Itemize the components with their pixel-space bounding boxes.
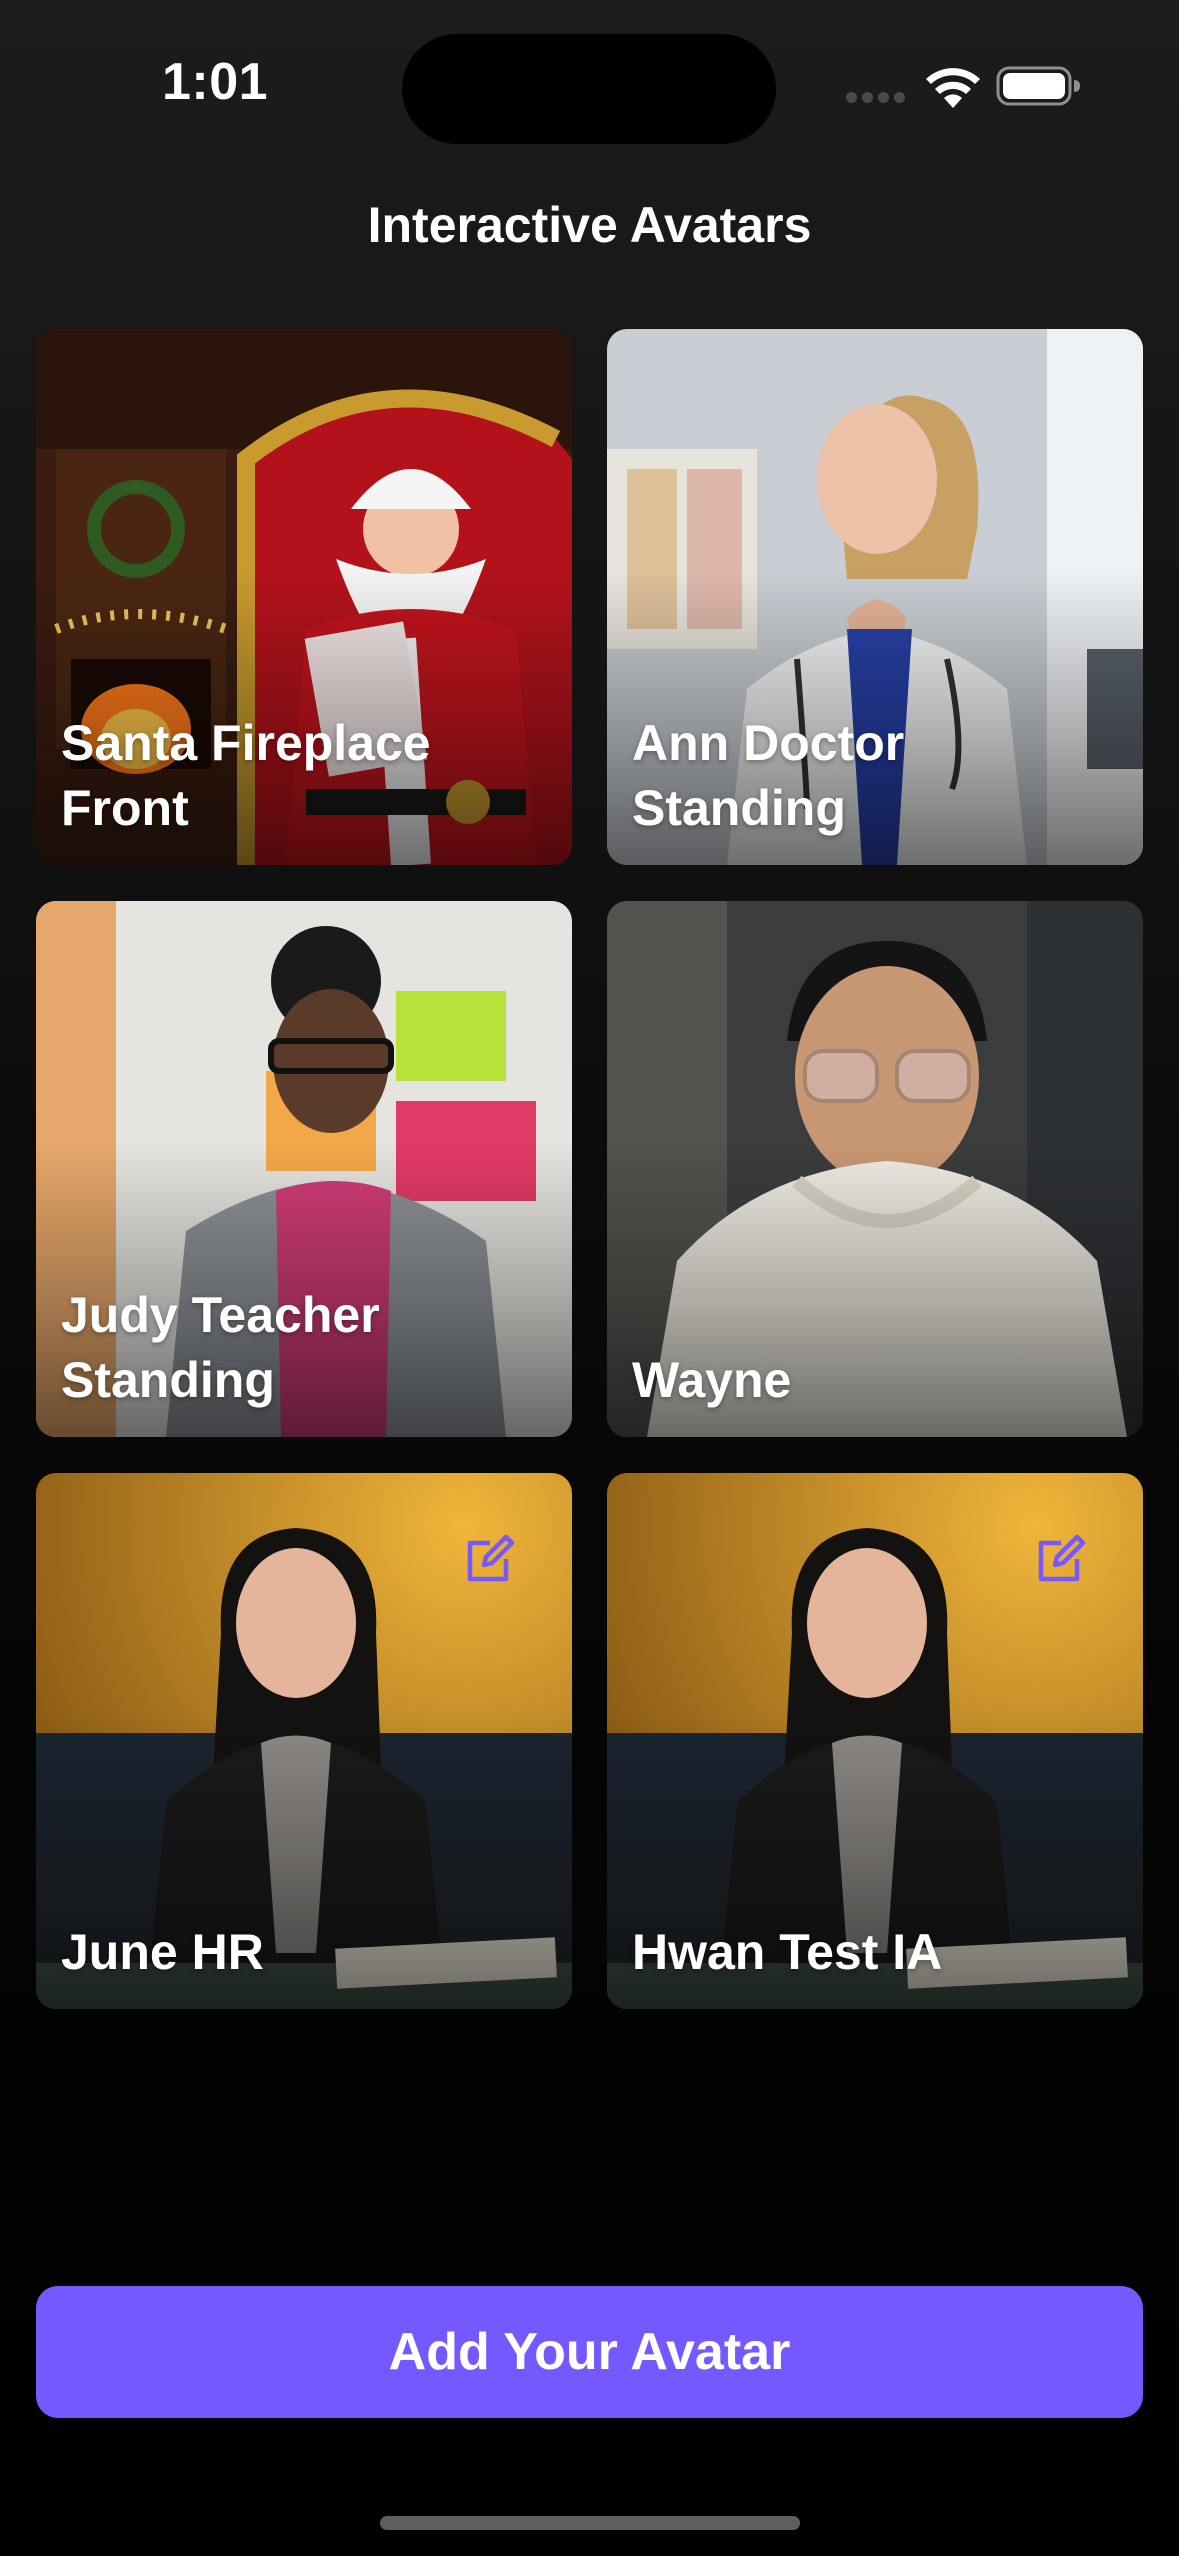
page-title: Interactive Avatars	[367, 197, 812, 253]
add-avatar-button[interactable]: Add Your Avatar	[36, 2286, 1143, 2418]
edit-icon[interactable]	[1031, 1533, 1087, 1589]
avatar-name: Judy Teacher Standing	[61, 1287, 380, 1408]
dynamic-island	[402, 34, 776, 144]
avatar-name: Wayne	[632, 1352, 792, 1408]
avatar-list-screen: 1:01 Interactive Avatars Santa Fireplace…	[0, 0, 1179, 2556]
battery-icon	[996, 66, 1080, 106]
home-indicator[interactable]	[380, 2516, 800, 2530]
avatar-name: Hwan Test IA	[632, 1924, 943, 1980]
status-time: 1:01	[161, 53, 269, 111]
avatar-name: Santa Fireplace Front	[61, 715, 431, 836]
avatar-name: June HR	[61, 1924, 264, 1980]
avatar-card-santa[interactable]: Santa Fireplace Front	[36, 329, 572, 865]
avatar-name: Ann Doctor Standing	[632, 715, 905, 836]
avatar-card-hwan[interactable]: Hwan Test IA	[607, 1473, 1143, 2009]
cellular-signal-icon	[846, 92, 906, 106]
edit-icon[interactable]	[460, 1533, 516, 1589]
avatar-card-judy[interactable]: Judy Teacher Standing	[36, 901, 572, 1437]
avatar-card-wayne[interactable]: Wayne	[607, 901, 1143, 1437]
wifi-icon	[926, 68, 980, 108]
avatar-card-ann[interactable]: Ann Doctor Standing	[607, 329, 1143, 865]
avatar-card-june[interactable]: June HR	[36, 1473, 572, 2009]
